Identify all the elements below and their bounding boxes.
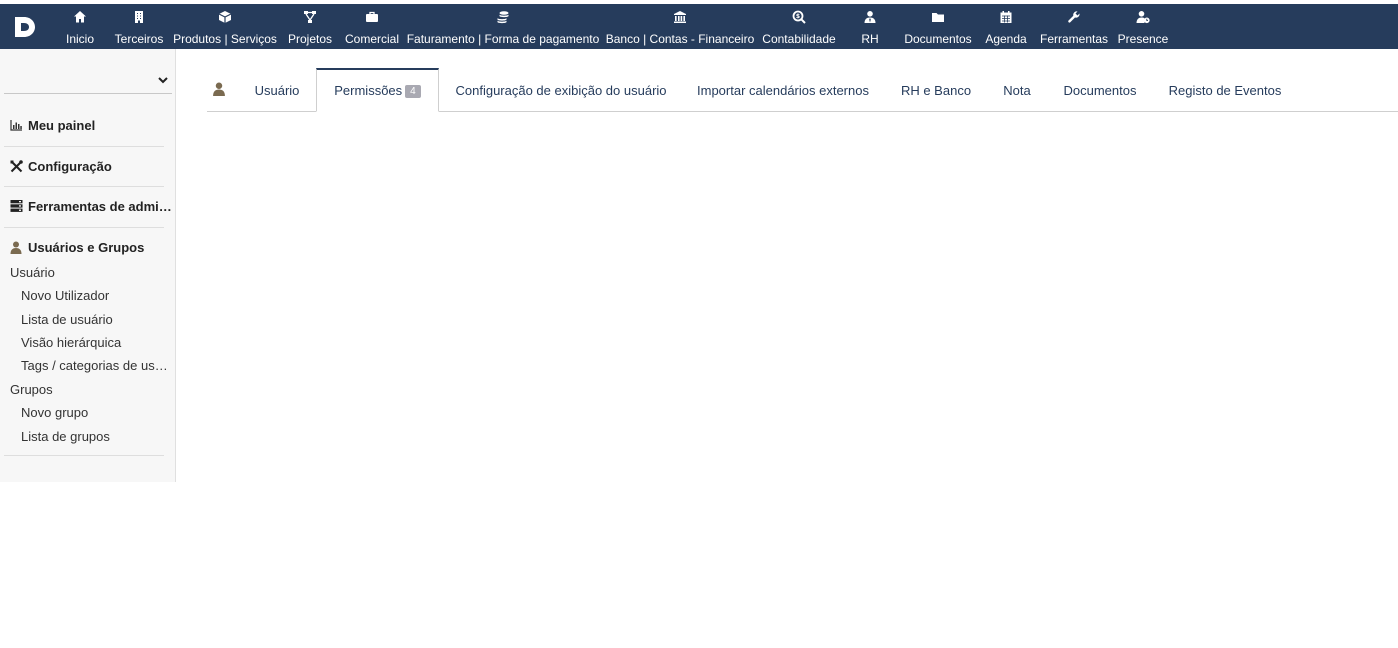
- sidebar-divider: [4, 186, 164, 187]
- tab-label: Importar calendários externos: [697, 82, 869, 98]
- tab-label: Registo de Eventos: [1168, 82, 1282, 98]
- nav-rh[interactable]: RH: [855, 4, 885, 49]
- coins-icon: [406, 10, 600, 24]
- sidebar-section-ferramentas-admin[interactable]: Ferramentas de administração: [9, 197, 173, 215]
- sidebar-section-label: Usuários e Grupos: [28, 239, 145, 255]
- tab-nota[interactable]: Nota: [995, 68, 1039, 112]
- tab-rh-banco[interactable]: RH e Banco: [894, 68, 978, 112]
- search-dollar-icon: $: [760, 10, 838, 24]
- sidebar-section-label: Ferramentas de administração: [28, 198, 173, 214]
- nav-faturamento-label: Faturamento | Forma de pagamento: [406, 32, 600, 46]
- top-navbar: Inicio Terceiros Produtos | Serviços Pro…: [0, 4, 1398, 54]
- nav-faturamento[interactable]: Faturamento | Forma de pagamento: [406, 4, 600, 49]
- sidebar-link-lista-grupos[interactable]: Lista de grupos: [21, 429, 169, 444]
- nav-produtos-label: Produtos | Serviços: [173, 32, 277, 46]
- tab-label: Nota: [1003, 82, 1031, 98]
- user-icon: [9, 240, 23, 254]
- nav-banco-label: Banco | Contas - Financeiro: [605, 32, 755, 46]
- sidebar-link-visao-hierarquica[interactable]: Visão hierárquica: [21, 335, 169, 350]
- tab-label: Documentos: [1063, 82, 1137, 98]
- nav-agenda-label: Agenda: [985, 32, 1027, 46]
- sidebar-select[interactable]: [4, 67, 172, 94]
- bank-icon: [605, 10, 755, 24]
- svg-text:$: $: [796, 13, 800, 20]
- tab-label: Usuário: [254, 82, 300, 98]
- nav-ferramentas[interactable]: Ferramentas: [1038, 4, 1110, 49]
- sidebar-section-label: Meu painel: [28, 117, 96, 133]
- nav-agenda[interactable]: Agenda: [982, 4, 1030, 49]
- sidebar-link-novo-grupo[interactable]: Novo grupo: [21, 405, 169, 420]
- nav-projetos-label: Projetos: [287, 32, 333, 46]
- nav-contabilidade-label: Contabilidade: [762, 32, 836, 46]
- chevron-down-icon: [158, 77, 168, 84]
- sidebar-section-configuracao[interactable]: Configuração: [9, 157, 173, 175]
- sidebar-divider: [4, 455, 164, 456]
- sidebar-group-usuario[interactable]: Usuário: [10, 265, 55, 280]
- sidebar-link-novo-utilizador[interactable]: Novo Utilizador: [21, 288, 169, 303]
- home-icon: [62, 10, 98, 24]
- nav-terceiros-label: Terceiros: [114, 32, 164, 46]
- nav-projetos[interactable]: Projetos: [286, 4, 334, 49]
- calendar-icon: [982, 10, 1030, 24]
- sidebar-link-lista-usuario[interactable]: Lista de usuário: [21, 312, 169, 327]
- user-tabs: Usuário Permissões 4 Configuração de exi…: [207, 68, 1398, 112]
- sidebar-link-tags-categorias[interactable]: Tags / categorias de usuários: [21, 358, 169, 373]
- cube-icon: [172, 10, 278, 24]
- user-icon: [213, 82, 225, 96]
- nav-comercial[interactable]: Comercial: [342, 4, 402, 49]
- sidebar-section-label: Configuração: [28, 158, 112, 174]
- tab-permissoes[interactable]: Permissões 4: [316, 68, 439, 112]
- nav-inicio-label: Inicio: [62, 32, 98, 54]
- nav-inicio[interactable]: Inicio: [62, 4, 98, 54]
- tab-label: Permissões: [334, 83, 403, 98]
- wrench-icon: [1038, 10, 1110, 24]
- sidebar-section-usuarios-grupos[interactable]: Usuários e Grupos: [9, 238, 173, 256]
- dolibarr-logo[interactable]: [12, 14, 38, 40]
- tab-registo-eventos[interactable]: Registo de Eventos: [1161, 68, 1289, 112]
- tab-label: RH e Banco: [900, 82, 972, 98]
- tools-icon: [9, 159, 23, 173]
- tab-label: Configuração de exibição do usuário: [455, 82, 667, 98]
- sidebar-group-grupos[interactable]: Grupos: [10, 382, 53, 397]
- nav-produtos-servicos[interactable]: Produtos | Serviços: [172, 4, 278, 49]
- tab-documentos[interactable]: Documentos: [1055, 68, 1145, 112]
- permissions-count-badge: 4: [405, 85, 421, 98]
- sidebar-divider: [4, 146, 164, 147]
- server-icon: [9, 199, 23, 213]
- nav-banco[interactable]: Banco | Contas - Financeiro: [605, 4, 755, 49]
- sidebar-divider: [4, 227, 164, 228]
- nav-rh-label: RH: [861, 32, 879, 46]
- tab-configuracao-exibicao[interactable]: Configuração de exibição do usuário: [448, 68, 674, 112]
- sitemap-icon: [286, 10, 334, 24]
- tab-usuario[interactable]: Usuário: [243, 68, 311, 112]
- nav-presence-label: Presence: [1117, 32, 1169, 46]
- nav-contabilidade[interactable]: $ Contabilidade: [760, 4, 838, 49]
- user-clock-icon: [1116, 10, 1170, 24]
- nav-comercial-label: Comercial: [344, 32, 399, 46]
- left-sidebar: Meu painel Configuração Ferramentas de a…: [0, 49, 176, 482]
- user-tie-icon: [855, 10, 885, 24]
- building-icon: [112, 10, 166, 24]
- chart-icon: [9, 118, 23, 132]
- nav-ferramentas-label: Ferramentas: [1039, 32, 1109, 46]
- nav-documentos-label: Documentos: [904, 32, 972, 46]
- sidebar-section-meu-painel[interactable]: Meu painel: [9, 116, 173, 134]
- nav-presence[interactable]: Presence: [1116, 4, 1170, 49]
- tab-importar-calendarios[interactable]: Importar calendários externos: [688, 68, 878, 112]
- folder-icon: [902, 10, 974, 24]
- nav-terceiros[interactable]: Terceiros: [112, 4, 166, 49]
- briefcase-icon: [342, 10, 402, 24]
- nav-documentos[interactable]: Documentos: [902, 4, 974, 49]
